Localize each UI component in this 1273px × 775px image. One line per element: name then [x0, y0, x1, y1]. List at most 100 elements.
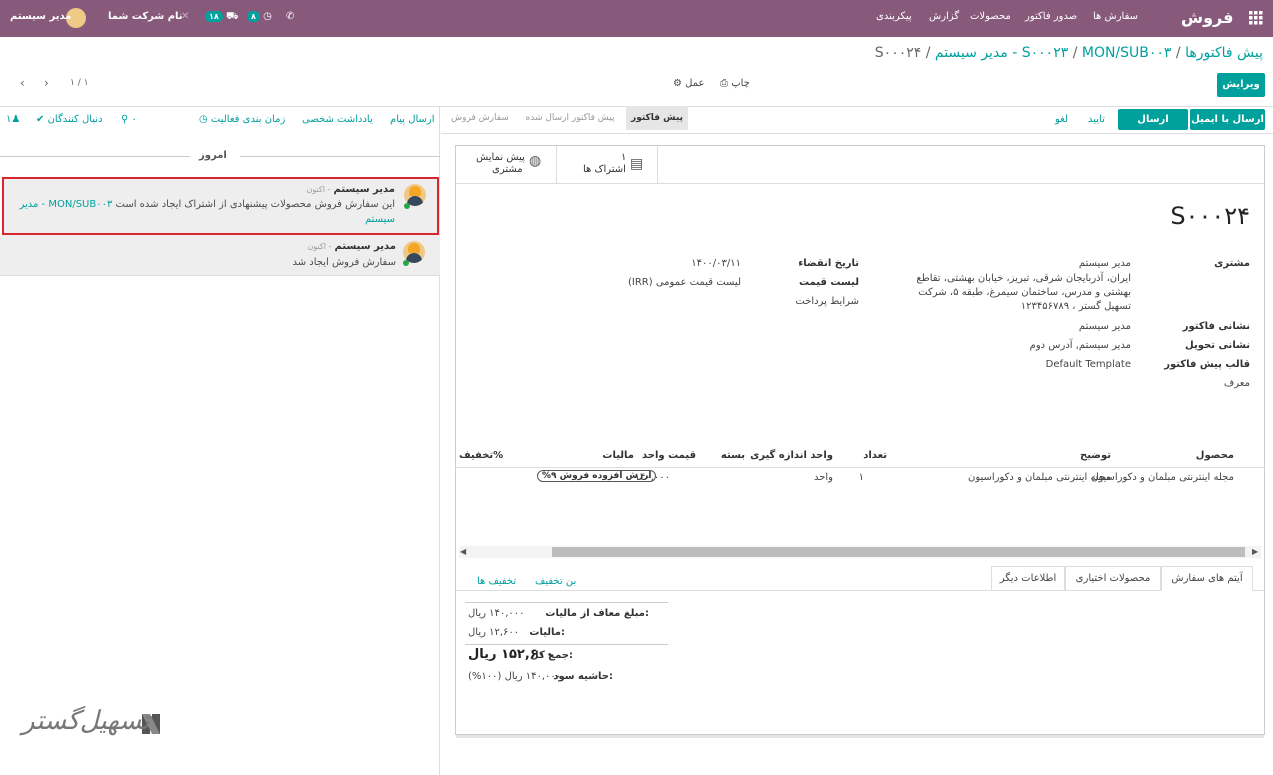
customer-preview-smart-button[interactable]: ◍ پیش نمایش مشتری [456, 146, 556, 184]
chatter-message[interactable]: مدیر سیستم - اکنون این سفارش فروش محصولا… [2, 177, 439, 235]
book-icon: ▤ [630, 156, 644, 172]
pricelist-label: لیست قیمت [799, 277, 859, 288]
send-message-button[interactable]: ارسال پیام [390, 114, 435, 125]
clock-icon: ◷ [263, 11, 272, 22]
breadcrumb-sep: / [1175, 45, 1181, 61]
check-icon: ✔ [36, 114, 45, 125]
log-note-button[interactable]: یادداشت شخصی [302, 114, 373, 125]
row-description[interactable]: مجله اینترنتی مبلمان و دکوراسیون [968, 472, 1111, 483]
menu-products[interactable]: محصولات [970, 11, 1011, 22]
quotation-template-label: قالب پیش فاکتور [1164, 359, 1250, 370]
menu-reporting[interactable]: گزارش [929, 11, 959, 22]
phone-icon[interactable]: ✆ [286, 11, 294, 22]
subscription-link-2[interactable]: سیستم [365, 214, 395, 225]
table-scrollbar-thumb[interactable] [552, 547, 1245, 557]
col-taxes[interactable]: مالیات [602, 450, 634, 461]
online-status-icon [404, 203, 410, 209]
quotation-template-value[interactable]: Default Template [1046, 359, 1131, 370]
expiry-value[interactable]: ۱۴۰۰/۰۳/۱۱ [691, 258, 741, 269]
message-body: این سفارش فروش محصولات پیشنهادی از اشترا… [19, 199, 395, 210]
stage-quotation-sent[interactable]: پیش فاکتور ارسال شده [516, 106, 624, 130]
tab-optional-products[interactable]: محصولات اختیاری [1065, 566, 1161, 591]
subscriptions-count: ۱ [621, 152, 627, 163]
gear-icon: ⚙ [673, 78, 682, 89]
tab-other-info[interactable]: اطلاعات دیگر [991, 566, 1065, 591]
message-header: مدیر سیستم - اکنون [307, 241, 396, 252]
control-panel: پیش فاکتورها / S۰۰۰۲۳ / MON/SUB۰۰۳ - مدی… [0, 37, 1273, 107]
stage-sales-order[interactable]: سفارش فروش [446, 106, 514, 130]
invoice-address-link[interactable]: مدیر سیستم [1079, 321, 1131, 332]
discounts-button[interactable]: تخفیف ها [477, 576, 516, 587]
apps-menu-icon[interactable] [1249, 11, 1263, 25]
action-button[interactable]: ⚙ عمل [673, 78, 704, 89]
clock-icon: ◷ [199, 114, 208, 125]
payment-terms-field[interactable]: شرایط پرداخت [795, 296, 859, 307]
activity-menu[interactable]: ۱۸ ⛟ [205, 11, 239, 24]
customer-address-3: تسهیل گستر ، ۱۲۳۴۵۶۷۸۹ [1020, 301, 1131, 312]
row-product[interactable]: مجله اینترنتی مبلمان و دکوراسیون [1091, 472, 1234, 483]
col-discount[interactable]: تخفیف% [459, 450, 503, 461]
today-separator-line [240, 156, 440, 157]
chatter-message[interactable]: مدیر سیستم - اکنون سفارش فروش ایجاد شد [0, 235, 440, 276]
breadcrumb-quotations[interactable]: پیش فاکتورها [1185, 45, 1263, 61]
subscriptions-smart-button[interactable]: ▤ ۱ اشتراک ها [556, 146, 658, 184]
print-button[interactable]: ⎙ چاپ [720, 78, 750, 89]
breadcrumb-sep: / [1072, 45, 1078, 61]
followers-button[interactable]: ۱♟ [6, 114, 20, 125]
messages-menu[interactable]: ۸ ◷ [247, 11, 272, 22]
delivery-address-link[interactable]: مدیر سیستم, آدرس دوم [1030, 340, 1131, 351]
action-label: عمل [685, 78, 705, 89]
order-lines-table [455, 446, 1265, 468]
app-title[interactable]: فروش [1181, 8, 1233, 27]
menu-invoicing[interactable]: صدور فاکتور [1025, 11, 1077, 22]
follow-label: دنبال کنندگان [47, 114, 103, 125]
row-quantity[interactable]: ۱ [859, 472, 864, 483]
send-email-button[interactable]: ارسال با ایمیل [1190, 109, 1265, 130]
breadcrumb-order[interactable]: S۰۰۰۲۳ [1022, 45, 1068, 61]
preview-label-2: مشتری [492, 164, 523, 175]
schedule-activity-button[interactable]: ◷ زمان بندی فعالیت [199, 114, 285, 125]
scroll-right-icon[interactable]: ▶ [1252, 547, 1258, 556]
col-quantity[interactable]: تعداد [863, 450, 887, 461]
message-header: مدیر سیستم - اکنون [306, 184, 395, 195]
subscription-link[interactable]: MON/SUB۰۰۳ - مدیر [19, 199, 112, 210]
tab-order-lines[interactable]: آیتم های سفارش [1161, 566, 1253, 591]
user-name[interactable]: مدیر سیستم [10, 11, 71, 22]
tax-label: مالیات: [529, 627, 565, 638]
pager-value[interactable]: ۱ / ۱ [70, 78, 88, 88]
print-label: چاپ [731, 78, 750, 89]
close-icon[interactable]: ✕ [181, 11, 189, 22]
menu-orders[interactable]: سفارش ها [1093, 11, 1138, 22]
message-author[interactable]: مدیر سیستم [334, 184, 395, 195]
message-author[interactable]: مدیر سیستم [335, 241, 396, 252]
order-name: S۰۰۰۲۴ [1170, 202, 1250, 230]
chevron-right-icon[interactable]: › [44, 76, 49, 90]
chevron-left-icon[interactable]: ‹ [20, 76, 25, 90]
attachments-button[interactable]: ⚲ ۰ [121, 114, 137, 125]
user-icon: ♟ [11, 114, 21, 125]
company-name[interactable]: نام شرکت شما [108, 11, 183, 22]
col-description[interactable]: توضیح [1080, 450, 1111, 461]
coupon-button[interactable]: بن تخفیف [535, 576, 576, 587]
message-time: - اکنون [307, 242, 332, 251]
row-tax-tag[interactable]: ارزش افزوده فروش ۹% [537, 470, 657, 482]
confirm-button[interactable]: تایید [1088, 114, 1105, 125]
col-unit-price[interactable]: قیمت واحد [642, 450, 696, 461]
customer-link[interactable]: مدیر سیستم [1079, 258, 1131, 269]
col-product[interactable]: محصول [1196, 450, 1234, 461]
edit-button[interactable]: ویرایش [1217, 73, 1265, 97]
cancel-button[interactable]: لغو [1055, 114, 1068, 125]
attachments-count: ۰ [131, 114, 137, 125]
col-package[interactable]: بسته [721, 450, 745, 461]
pricelist-value[interactable]: لیست قیمت عمومی (IRR) [628, 277, 741, 288]
follow-button[interactable]: ✔ دنبال کنندگان [36, 114, 103, 125]
col-uom[interactable]: واحد اندازه گیری [750, 450, 833, 461]
stage-quotation[interactable]: پیش فاکتور [626, 106, 688, 130]
customer-address-2: بهشتی و مدرس، ساختمان سیمرغ، طبقه ۵، شرک… [918, 287, 1131, 298]
send-proforma-button[interactable]: ارسال پروفرما [1118, 109, 1188, 146]
scroll-left-icon[interactable]: ◀ [460, 547, 466, 556]
menu-configuration[interactable]: پیکربندی [876, 11, 912, 22]
row-uom[interactable]: واحد [814, 472, 833, 483]
paperclip-icon: ⚲ [121, 114, 129, 125]
total-value: ۱۵۲,۶۰۰ ریال [468, 647, 554, 662]
